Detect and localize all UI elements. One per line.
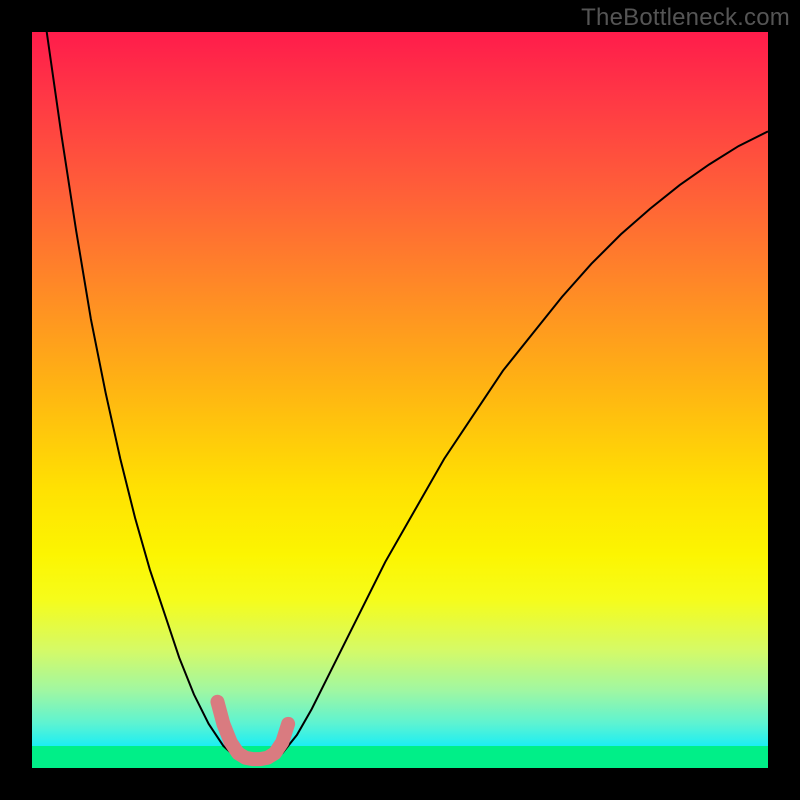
watermark-text: TheBottleneck.com: [581, 4, 790, 32]
pink-overlay-path: [217, 702, 288, 759]
plot-area: [32, 32, 768, 768]
outer-frame: TheBottleneck.com: [0, 0, 800, 800]
bottleneck-curve: [32, 32, 768, 761]
curve-svg: [32, 32, 768, 768]
